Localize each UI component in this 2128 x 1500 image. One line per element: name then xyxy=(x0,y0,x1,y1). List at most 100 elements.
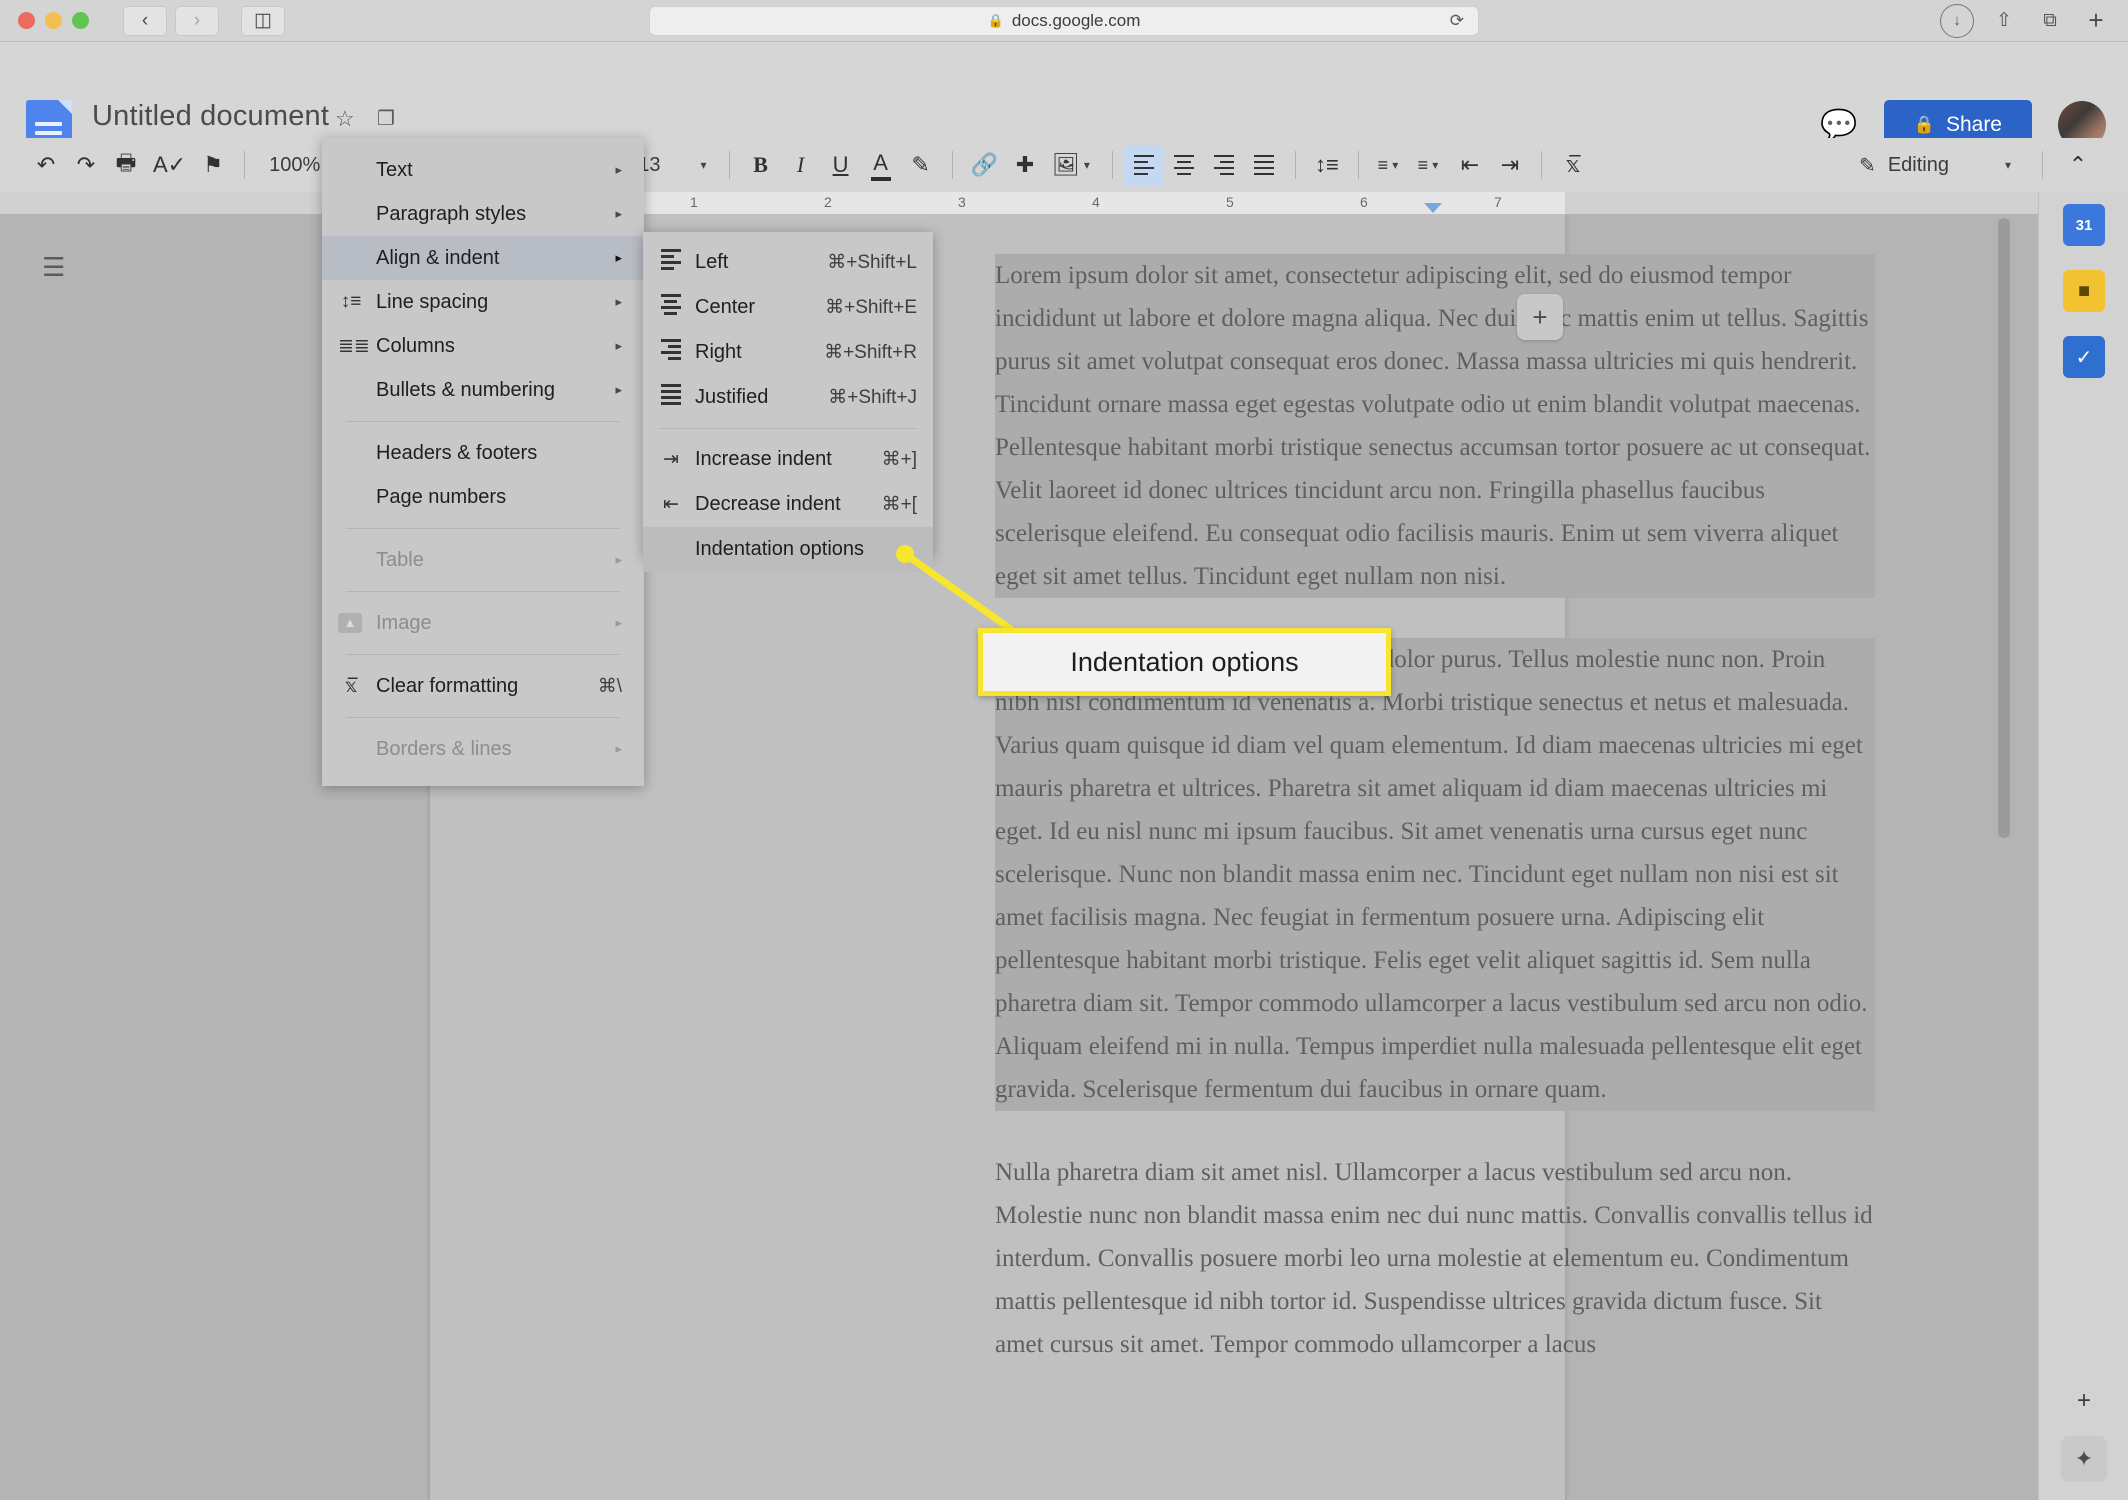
google-keep-icon[interactable]: ■ xyxy=(2063,270,2105,312)
bold-button[interactable]: B xyxy=(741,145,781,185)
format-menu-item-headers-footers[interactable]: Headers & footers xyxy=(322,431,644,475)
submenu-item-justified[interactable]: Justified ⌘+Shift+J xyxy=(643,375,933,420)
menu-label: Paragraph styles xyxy=(376,202,527,225)
format-menu-item-borders-lines: Borders & lines ▸ xyxy=(322,727,644,771)
highlight-color-button[interactable]: ✎ xyxy=(901,145,941,185)
google-calendar-icon[interactable]: 31 xyxy=(2063,204,2105,246)
plus-icon: + xyxy=(1532,301,1548,332)
vertical-scrollbar[interactable] xyxy=(1998,218,2010,838)
paragraph: Magna fringilla urna porttitor rhoncus d… xyxy=(995,638,1875,1111)
paint-format-icon: ⚑ xyxy=(203,152,223,177)
formatting-toolbar: ↶ ↷ 🖶 A✓ ⚑ 100% ▾ 13 ▾ B I U A ✎ 🔗 ✚ 🖼 ▾… xyxy=(0,138,2128,192)
clear-formatting-icon: 𝕩̅ xyxy=(344,675,358,697)
downloads-button[interactable]: ↓ xyxy=(1940,3,1974,38)
submenu-item-center[interactable]: Center ⌘+Shift+E xyxy=(643,285,933,330)
google-tasks-icon[interactable]: ✓ xyxy=(2063,336,2105,378)
document-body[interactable]: Lorem ipsum dolor sit amet, consectetur … xyxy=(995,254,1875,1406)
add-comment-floating-button[interactable]: + xyxy=(1517,294,1563,340)
menu-label: Bullets & numbering xyxy=(376,378,555,401)
ruler-number: 6 xyxy=(1360,194,1368,210)
underline-button[interactable]: U xyxy=(821,145,861,185)
reload-icon[interactable]: ⟳ xyxy=(1450,11,1464,31)
text-color-button[interactable]: A xyxy=(861,145,901,185)
undo-button[interactable]: ↶ xyxy=(26,145,66,185)
chevron-right-icon: ▸ xyxy=(615,338,622,353)
add-addon-button[interactable]: + xyxy=(2063,1380,2105,1422)
submenu-item-indentation-options[interactable]: Indentation options xyxy=(643,527,933,572)
decrease-indent-button[interactable]: ⇤ xyxy=(1450,145,1490,185)
toolbar-divider xyxy=(1540,151,1542,179)
align-right-button[interactable] xyxy=(1204,145,1244,185)
ruler-number: 1 xyxy=(690,194,698,210)
line-spacing-button[interactable]: ↕≡ xyxy=(1307,145,1347,185)
align-indent-submenu[interactable]: Left ⌘+Shift+L Center ⌘+Shift+E Right ⌘+… xyxy=(643,232,933,572)
sidebar-toggle-button[interactable]: ◫ xyxy=(241,5,285,36)
minimize-window-button[interactable] xyxy=(45,12,62,29)
submenu-item-left[interactable]: Left ⌘+Shift+L xyxy=(643,240,933,285)
redo-button[interactable]: ↷ xyxy=(66,145,106,185)
bold-icon: B xyxy=(753,152,768,177)
spelling-check-button[interactable]: A✓ xyxy=(146,145,193,185)
chevron-down-icon: ▾ xyxy=(700,158,707,172)
close-window-button[interactable] xyxy=(18,12,35,29)
print-button[interactable]: 🖶 xyxy=(106,145,146,185)
back-button[interactable]: ‹ xyxy=(123,5,167,36)
increase-indent-button[interactable]: ⇥ xyxy=(1490,145,1530,185)
align-center-icon xyxy=(1173,154,1194,176)
side-panel-rail: 31 ■ ✓ + ✦ xyxy=(2038,192,2128,1500)
format-menu-item-columns[interactable]: ≣≣ Columns ▸ xyxy=(322,324,644,368)
menu-shortcut: ⌘+Shift+L xyxy=(827,252,917,273)
align-center-button[interactable] xyxy=(1164,145,1204,185)
ruler-number: 4 xyxy=(1092,194,1100,210)
numbered-list-button[interactable]: ≡ ▾ xyxy=(1370,145,1410,185)
menu-label: Center xyxy=(695,296,756,318)
format-menu-item-text[interactable]: Text ▸ xyxy=(322,148,644,192)
ruler[interactable]: 1 2 3 4 5 6 7 xyxy=(0,192,2128,214)
decrease-indent-icon: ⇤ xyxy=(1460,152,1480,177)
forward-button[interactable]: › xyxy=(175,5,219,36)
document-title[interactable]: Untitled document xyxy=(92,100,329,133)
bulleted-list-button[interactable]: ≡ ▾ xyxy=(1410,145,1450,185)
toolbar-divider xyxy=(728,151,730,179)
spellcheck-icon: A✓ xyxy=(153,152,187,177)
italic-button[interactable]: I xyxy=(781,145,821,185)
decrease-indent-icon: ⇤ xyxy=(663,494,679,515)
insert-link-button[interactable]: 🔗 xyxy=(964,145,1005,185)
move-to-folder-icon[interactable]: ❐ xyxy=(377,106,395,131)
align-justify-button[interactable] xyxy=(1244,145,1284,185)
outline-icon[interactable]: ☰ xyxy=(42,252,65,283)
share-page-button[interactable]: ⇧ xyxy=(1988,6,2020,36)
paint-format-button[interactable]: ⚑ xyxy=(193,145,233,185)
editing-mode-selector[interactable]: ✎ Editing ▾ xyxy=(1847,147,2027,184)
address-bar[interactable]: 🔒 docs.google.com ⟳ xyxy=(649,5,1479,36)
indent-marker[interactable] xyxy=(1424,203,1442,213)
new-tab-button[interactable]: + xyxy=(2080,5,2112,36)
submenu-item-increase-indent[interactable]: ⇥ Increase indent ⌘+] xyxy=(643,437,933,482)
maximize-window-button[interactable] xyxy=(72,12,89,29)
format-menu-item-clear-formatting[interactable]: 𝕩̅ Clear formatting ⌘\ xyxy=(322,664,644,708)
align-left-icon xyxy=(1133,154,1154,176)
zoom-value: 100% xyxy=(269,153,321,176)
show-tabs-button[interactable]: ⧉ xyxy=(2034,6,2066,36)
undo-icon: ↶ xyxy=(36,152,56,177)
insert-image-button[interactable]: 🖼 ▾ xyxy=(1045,145,1101,185)
collapse-toolbar-button[interactable]: ⌃ xyxy=(2058,145,2098,185)
submenu-item-right[interactable]: Right ⌘+Shift+R xyxy=(643,330,933,375)
align-right-icon xyxy=(658,339,684,366)
submenu-item-decrease-indent[interactable]: ⇤ Decrease indent ⌘+[ xyxy=(643,482,933,527)
format-menu-item-align-indent[interactable]: Align & indent ▸ xyxy=(322,236,644,280)
explore-button[interactable]: ✦ xyxy=(2061,1436,2107,1482)
format-menu-item-line-spacing[interactable]: ↕≡ Line spacing ▸ xyxy=(322,280,644,324)
format-menu-item-page-numbers[interactable]: Page numbers xyxy=(322,475,644,519)
align-right-icon xyxy=(1213,154,1234,176)
format-menu-item-paragraph-styles[interactable]: Paragraph styles ▸ xyxy=(322,192,644,236)
format-menu[interactable]: Text ▸ Paragraph styles ▸ Align & indent… xyxy=(322,138,644,786)
clear-formatting-button[interactable]: 𝕩̅ xyxy=(1553,145,1593,185)
menu-label: Right xyxy=(695,341,742,363)
download-icon: ↓ xyxy=(1953,12,1961,29)
align-left-button[interactable] xyxy=(1123,145,1164,185)
star-icon[interactable]: ☆ xyxy=(335,106,355,132)
browser-right-actions: ↓ ⇧ ⧉ + xyxy=(1940,3,2112,38)
format-menu-item-bullets-numbering[interactable]: Bullets & numbering ▸ xyxy=(322,368,644,412)
add-comment-button[interactable]: ✚ xyxy=(1005,145,1045,185)
